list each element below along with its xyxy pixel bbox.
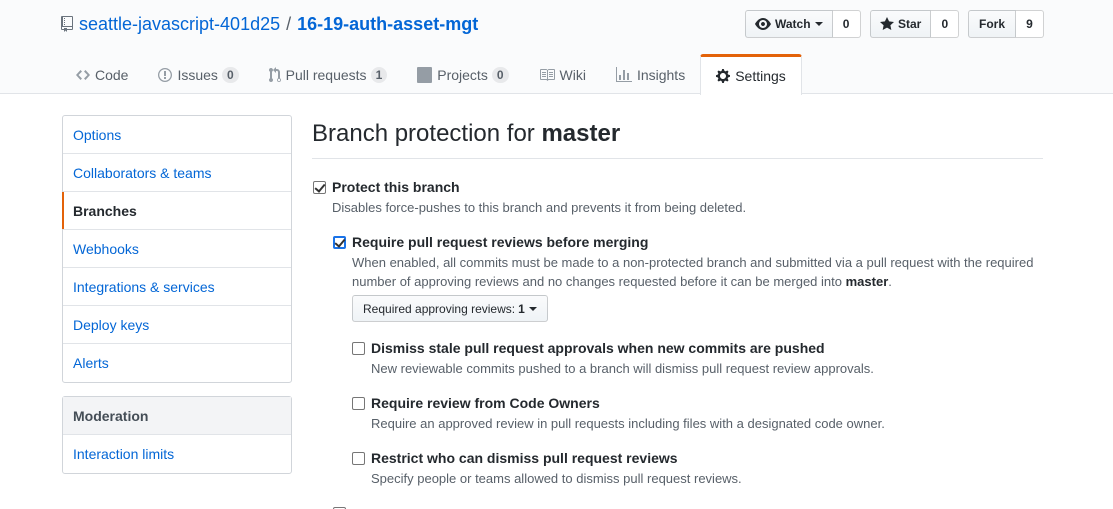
tab-label: Projects	[437, 67, 488, 83]
repo-owner-link[interactable]: seattle-javascript-401d25	[79, 12, 280, 36]
code-owners-label: Require review from Code Owners	[371, 395, 600, 411]
require-reviews-option: Require pull request reviews before merg…	[333, 233, 1043, 293]
repo-separator: /	[286, 14, 292, 34]
tab-label: Insights	[636, 67, 686, 83]
sidebar-item-interaction-limits[interactable]: Interaction limits	[63, 435, 291, 473]
require-reviews-note-line2: number of approving reviews and no chang…	[352, 274, 842, 289]
repo-icon	[61, 16, 73, 32]
tab-pull-requests[interactable]: Pull requests 1	[254, 55, 403, 95]
fork-group: Fork 9	[968, 10, 1045, 38]
settings-menu: Options Collaborators & teams Branches W…	[62, 115, 292, 383]
page-title: Branch protection for master	[312, 118, 1043, 159]
fork-button[interactable]: Fork	[968, 10, 1017, 38]
watch-group: Watch 0	[745, 10, 861, 38]
require-reviews-label: Require pull request reviews before merg…	[352, 234, 649, 250]
tab-settings[interactable]: Settings	[700, 54, 802, 95]
watch-button[interactable]: Watch	[745, 10, 833, 38]
tab-label: Wiki	[559, 67, 586, 83]
moderation-heading: Moderation	[63, 397, 291, 435]
next-option-partial	[333, 504, 346, 509]
protect-branch-option: Protect this branch Disables force-pushe…	[313, 178, 1043, 218]
watch-count[interactable]: 0	[832, 10, 861, 38]
sidebar-item-alerts[interactable]: Alerts	[63, 344, 291, 382]
pull-requests-count-badge: 1	[370, 67, 388, 83]
issue-icon	[158, 68, 173, 82]
repo-nav: Code Issues 0 Pull requests 1 Projects 0…	[61, 54, 802, 95]
sidebar-item-webhooks[interactable]: Webhooks	[63, 230, 291, 268]
tab-label: Settings	[735, 68, 786, 84]
code-icon	[76, 70, 90, 80]
dismiss-stale-checkbox[interactable]	[352, 342, 365, 355]
sidebar-item-integrations[interactable]: Integrations & services	[63, 268, 291, 306]
sidebar-item-collaborators[interactable]: Collaborators & teams	[63, 154, 291, 192]
tab-issues[interactable]: Issues 0	[143, 55, 253, 95]
restrict-dismiss-note: Specify people or teams allowed to dismi…	[371, 471, 742, 486]
dismiss-stale-option: Dismiss stale pull request approvals whe…	[352, 339, 1042, 379]
tab-insights[interactable]: Insights	[601, 55, 700, 95]
watch-label: Watch	[775, 17, 811, 31]
restrict-dismiss-option: Restrict who can dismiss pull request re…	[352, 449, 1042, 489]
pull-request-icon	[268, 67, 281, 83]
fork-count[interactable]: 9	[1016, 10, 1045, 38]
approving-reviews-label: Required approving reviews:	[363, 301, 516, 316]
code-owners-checkbox[interactable]	[352, 397, 365, 410]
required-approving-reviews-select[interactable]: Required approving reviews: 1	[352, 295, 548, 322]
star-icon	[880, 17, 894, 30]
tab-label: Code	[95, 67, 129, 83]
book-icon	[539, 69, 555, 81]
require-reviews-checkbox[interactable]	[333, 236, 346, 249]
repo-title: seattle-javascript-401d25 / 16-19-auth-a…	[61, 12, 478, 36]
protect-branch-label: Protect this branch	[332, 179, 460, 195]
star-button[interactable]: Star	[870, 10, 932, 38]
approving-reviews-value: 1	[518, 301, 525, 316]
chevron-down-icon	[814, 22, 823, 26]
sidebar-item-deploy-keys[interactable]: Deploy keys	[63, 306, 291, 344]
dismiss-stale-label: Dismiss stale pull request approvals whe…	[371, 340, 825, 356]
code-owners-option: Require review from Code Owners Require …	[352, 394, 1042, 434]
tab-wiki[interactable]: Wiki	[524, 55, 601, 95]
restrict-dismiss-checkbox[interactable]	[352, 452, 365, 465]
eye-icon	[755, 18, 771, 30]
projects-count-badge: 0	[491, 67, 509, 83]
dismiss-stale-note: New reviewable commits pushed to a branc…	[371, 361, 874, 376]
star-count[interactable]: 0	[931, 10, 960, 38]
page-title-prefix: Branch protection for	[312, 120, 535, 147]
sidebar-item-options[interactable]: Options	[63, 116, 291, 154]
tab-label: Pull requests	[285, 67, 367, 83]
require-reviews-note: When enabled, all commits must be made t…	[352, 253, 1052, 291]
restrict-dismiss-label: Restrict who can dismiss pull request re…	[371, 450, 678, 466]
star-label: Star	[898, 17, 922, 31]
fork-label: Fork	[979, 17, 1006, 31]
moderation-menu: Moderation Interaction limits	[62, 396, 292, 474]
protect-branch-note: Disables force-pushes to this branch and…	[332, 200, 747, 215]
gear-icon	[716, 69, 731, 83]
sidebar-item-branches[interactable]: Branches	[62, 192, 291, 230]
tab-code[interactable]: Code	[61, 55, 143, 95]
tab-label: Issues	[177, 67, 218, 83]
protect-branch-checkbox[interactable]	[313, 181, 326, 194]
require-reviews-note-end: .	[888, 274, 892, 289]
issues-count-badge: 0	[221, 67, 239, 83]
require-reviews-note-line1: When enabled, all commits must be made t…	[352, 255, 1034, 270]
tab-projects[interactable]: Projects 0	[402, 55, 523, 95]
repo-header: seattle-javascript-401d25 / 16-19-auth-a…	[0, 0, 1113, 95]
graph-icon	[615, 67, 632, 82]
require-reviews-note-branch: master	[845, 274, 889, 289]
project-icon	[417, 67, 433, 83]
code-owners-note: Require an approved review in pull reque…	[371, 416, 885, 431]
star-group: Star 0	[870, 10, 960, 38]
page-title-branch: master	[541, 120, 621, 147]
chevron-down-icon	[528, 306, 537, 311]
repo-name-link[interactable]: 16-19-auth-asset-mgt	[297, 12, 478, 36]
